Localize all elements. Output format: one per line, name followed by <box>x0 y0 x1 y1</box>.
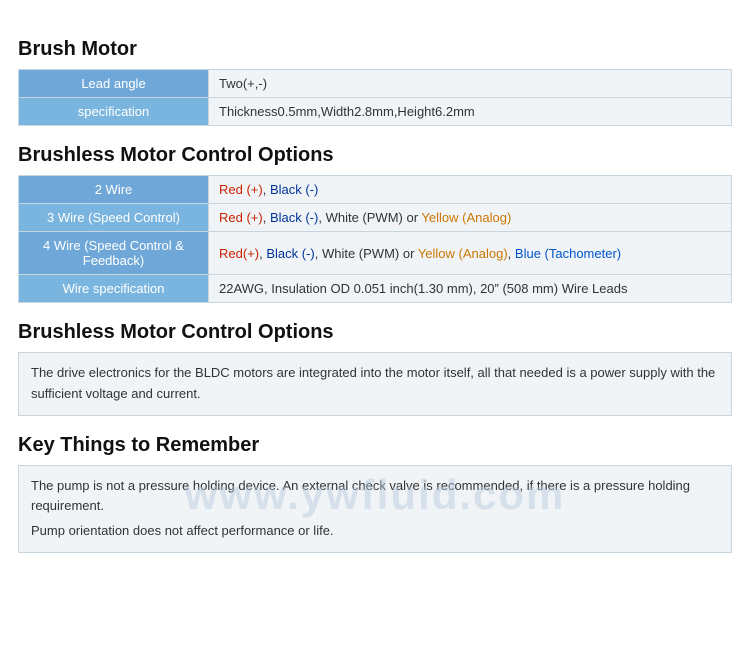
table-row: specification Thickness0.5mm,Width2.8mm,… <box>19 98 732 126</box>
text-blue: Blue (Tachometer) <box>515 246 621 261</box>
table-row: Wire specification 22AWG, Insulation OD … <box>19 275 732 303</box>
brushless-control-table: 2 Wire Red (+), Black (-) 3 Wire (Speed … <box>18 175 732 303</box>
bl-value-2wire: Red (+), Black (-) <box>209 176 732 204</box>
brush-value-lead: Two(+,-) <box>209 70 732 98</box>
text-yellow: Yellow (Analog) <box>418 246 508 261</box>
table-row: 2 Wire Red (+), Black (-) <box>19 176 732 204</box>
brushless-control-title: Brushless Motor Control Options <box>18 144 732 167</box>
bl-label-3wire: 3 Wire (Speed Control) <box>19 204 209 232</box>
table-row: Lead angle Two(+,-) <box>19 70 732 98</box>
bl-label-2wire: 2 Wire <box>19 176 209 204</box>
text-white: White (PWM) <box>326 210 403 225</box>
key-things-line-1: The pump is not a pressure holding devic… <box>31 476 719 518</box>
text-black: Black (-) <box>270 210 318 225</box>
key-things-line-2: Pump orientation does not affect perform… <box>31 521 719 542</box>
text-black: Black (-) <box>266 246 314 261</box>
text-red: Red(+) <box>219 246 259 261</box>
brush-value-spec: Thickness0.5mm,Width2.8mm,Height6.2mm <box>209 98 732 126</box>
text-yellow: Yellow (Analog) <box>421 210 511 225</box>
bl-label-wirespec: Wire specification <box>19 275 209 303</box>
bl-value-4wire: Red(+), Black (-), White (PWM) or Yellow… <box>209 232 732 275</box>
table-row: 3 Wire (Speed Control) Red (+), Black (-… <box>19 204 732 232</box>
key-things-title: Key Things to Remember <box>18 434 732 457</box>
text-red: Red (+) <box>219 210 263 225</box>
text-white: White (PWM) <box>322 246 399 261</box>
brushless-desc-text: The drive electronics for the BLDC motor… <box>31 363 719 405</box>
table-row: 4 Wire (Speed Control & Feedback) Red(+)… <box>19 232 732 275</box>
page-wrapper: Brush Motor Lead angle Two(+,-) specific… <box>0 0 750 579</box>
brush-label-lead: Lead angle <box>19 70 209 98</box>
brushless-desc-box: The drive electronics for the BLDC motor… <box>18 352 732 416</box>
bl-value-wirespec: 22AWG, Insulation OD 0.051 inch(1.30 mm)… <box>209 275 732 303</box>
bl-label-4wire: 4 Wire (Speed Control & Feedback) <box>19 232 209 275</box>
text-black: Black (-) <box>270 182 318 197</box>
brush-motor-table: Lead angle Two(+,-) specification Thickn… <box>18 69 732 126</box>
brush-motor-title: Brush Motor <box>18 38 732 61</box>
brushless-desc-title: Brushless Motor Control Options <box>18 321 732 344</box>
key-things-box: The pump is not a pressure holding devic… <box>18 465 732 553</box>
bl-value-3wire: Red (+), Black (-), White (PWM) or Yello… <box>209 204 732 232</box>
text-red: Red (+) <box>219 182 263 197</box>
brush-label-spec: specification <box>19 98 209 126</box>
